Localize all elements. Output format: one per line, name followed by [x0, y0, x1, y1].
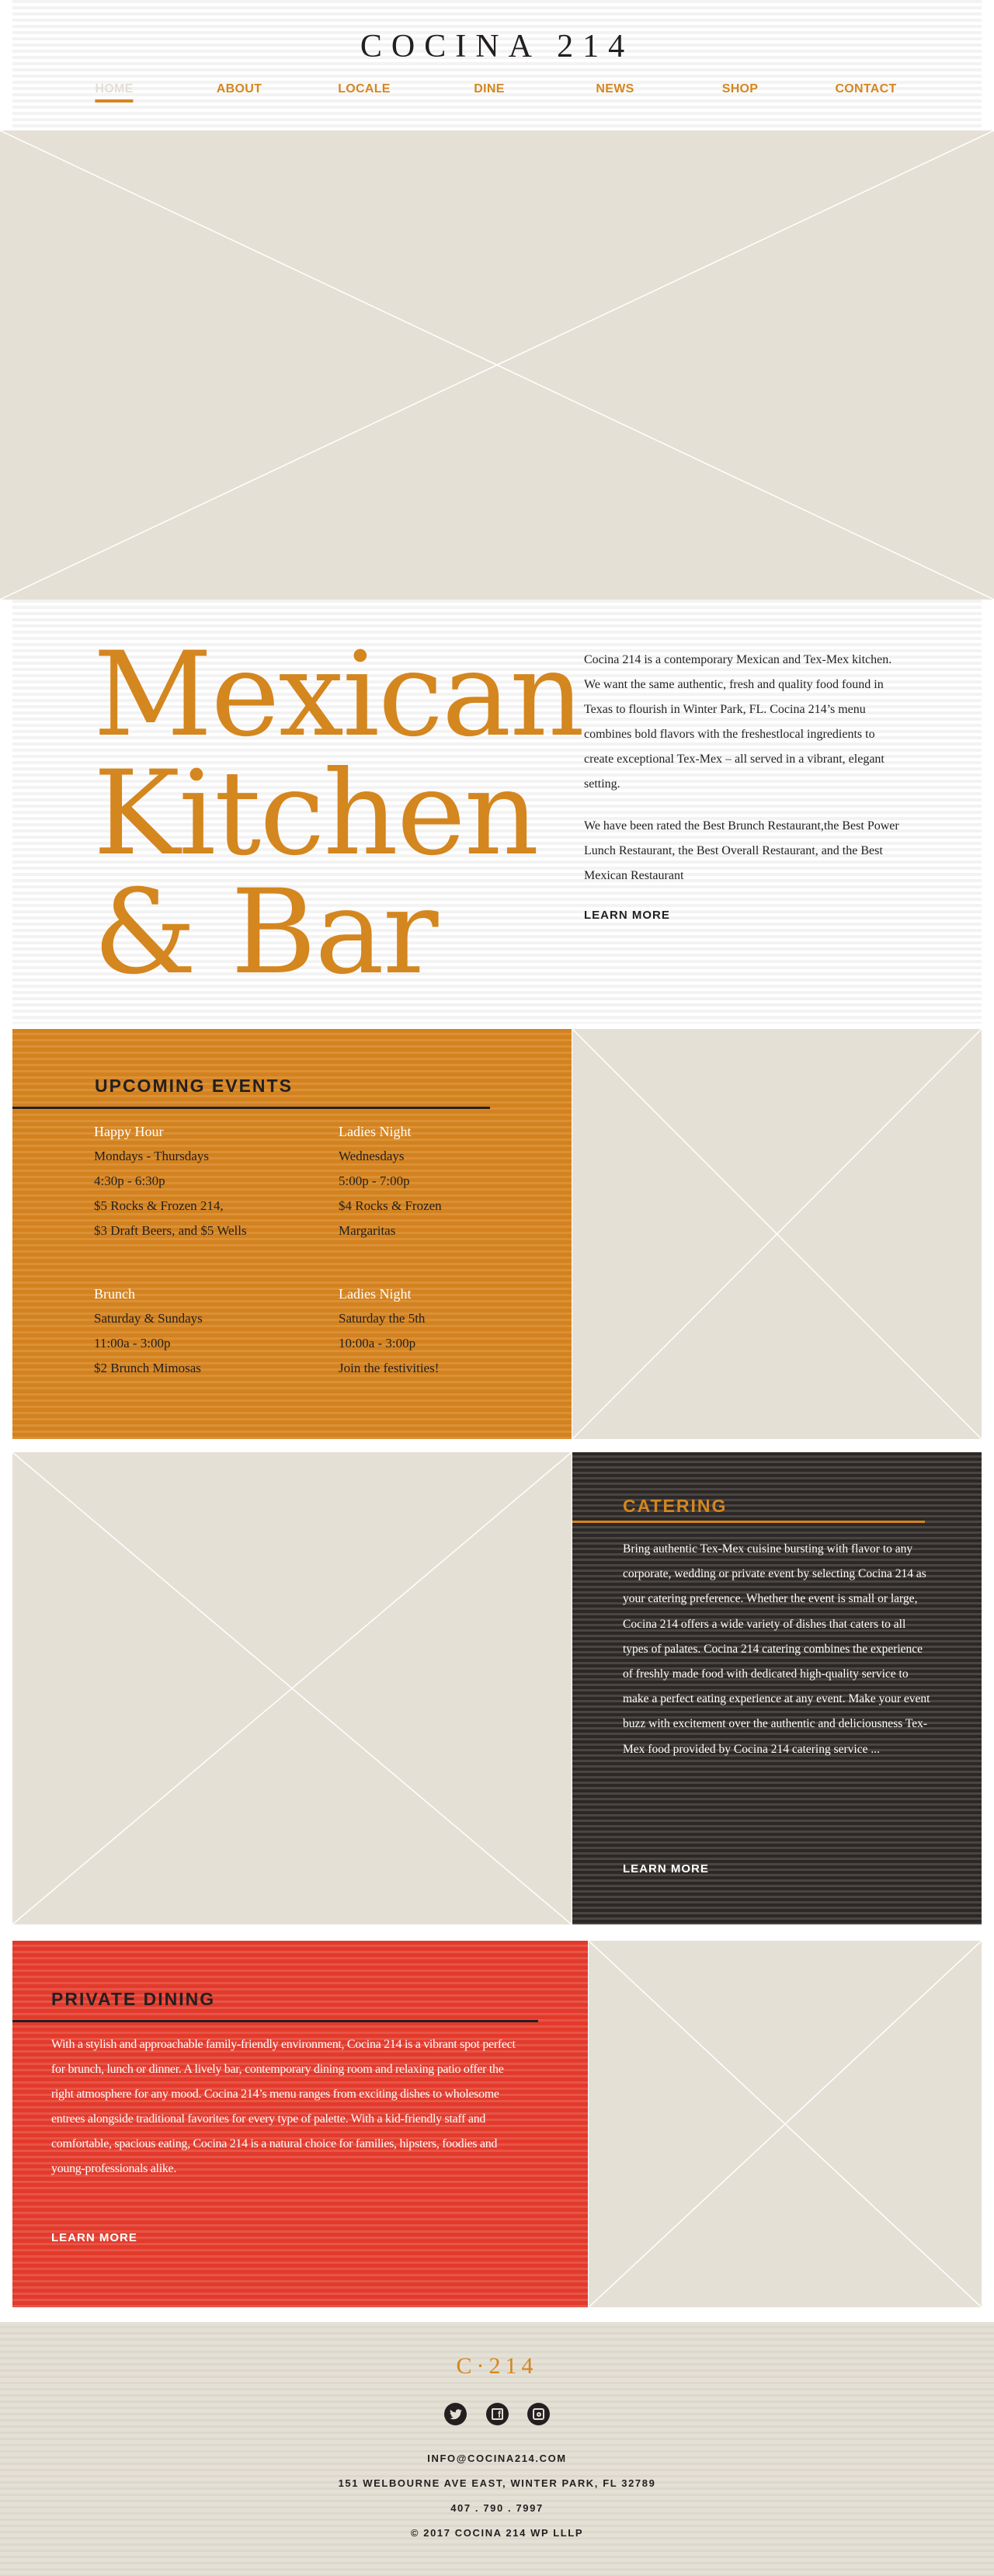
event-name: Ladies Night [339, 1124, 412, 1139]
footer-phone[interactable]: 407 . 790 . 7997 [0, 2502, 994, 2514]
event-name: Happy Hour [94, 1124, 164, 1139]
site-header: COCINA 214 [12, 0, 982, 130]
event-detail: 5:00p - 7:00p [339, 1173, 410, 1188]
event-detail: $3 Draft Beers, and $5 Wells [94, 1223, 247, 1238]
nav-home[interactable]: HOME [95, 82, 134, 103]
event-detail: Saturday the 5th [339, 1311, 426, 1326]
instagram-icon[interactable] [527, 2403, 550, 2425]
private-dining-body: With a stylish and approachable family-f… [51, 2038, 516, 2175]
footer-email[interactable]: INFO@COCINA214.COM [0, 2453, 994, 2464]
nav-shop[interactable]: SHOP [722, 82, 759, 96]
footer-copyright: © 2017 COCINA 214 WP LLLP [410, 2527, 584, 2539]
private-dining-learn-more-link[interactable]: LEARN MORE [51, 2231, 137, 2244]
nav-news[interactable]: NEWS [596, 82, 634, 96]
event-item: Ladies Night Saturday the 5th 10:00a - 3… [339, 1281, 439, 1381]
events-title: UPCOMING EVENTS [95, 1076, 293, 1096]
event-detail: 4:30p - 6:30p [94, 1173, 165, 1188]
event-detail: Saturday & Sundays [94, 1311, 203, 1326]
divider [12, 1107, 490, 1109]
event-detail: 10:00a - 3:00p [339, 1336, 416, 1351]
event-item: Ladies Night Wednesdays 5:00p - 7:00p $4… [339, 1119, 442, 1243]
twitter-icon[interactable] [444, 2403, 467, 2425]
nav-about[interactable]: ABOUT [217, 82, 262, 96]
private-dining-section: PRIVATE DINING With a stylish and approa… [12, 1941, 588, 2307]
nav-dine[interactable]: DINE [474, 82, 504, 96]
intro-learn-more-link[interactable]: LEARN MORE [584, 909, 670, 922]
event-detail: Wednesdays [339, 1149, 405, 1163]
private-dining-title: PRIVATE DINING [51, 1989, 216, 2009]
catering-section: CATERING Bring authentic Tex-Mex cuisine… [572, 1452, 982, 1924]
catering-body: Bring authentic Tex-Mex cuisine bursting… [623, 1542, 930, 1756]
divider [12, 2020, 538, 2022]
event-detail: $5 Rocks & Frozen 214, [94, 1198, 224, 1213]
nav-locale[interactable]: LOCALE [338, 82, 391, 96]
headline-line: Mexican [93, 627, 585, 763]
event-detail: $4 Rocks & Frozen [339, 1198, 442, 1213]
facebook-icon[interactable]: f [486, 2403, 509, 2425]
event-name: Brunch [94, 1286, 135, 1302]
event-detail: Mondays - Thursdays [94, 1149, 209, 1163]
catering-image-placeholder [12, 1452, 572, 1924]
footer-logo: C·214 [456, 2353, 538, 2379]
event-item: Brunch Saturday & Sundays 11:00a - 3:00p… [94, 1281, 203, 1381]
upcoming-events-section: UPCOMING EVENTS Happy Hour Mondays - Thu… [12, 1029, 572, 1439]
divider [572, 1521, 925, 1523]
event-item: Happy Hour Mondays - Thursdays 4:30p - 6… [94, 1119, 247, 1243]
intro-paragraph: Cocina 214 is a contemporary Mexican and… [584, 653, 892, 791]
private-dining-image-placeholder [589, 1941, 982, 2307]
headline-line: & Bar [93, 865, 439, 1000]
event-name: Ladies Night [339, 1286, 412, 1302]
event-detail: $2 Brunch Mimosas [94, 1361, 201, 1375]
footer-address: 151 WELBOURNE AVE EAST, WINTER PARK, FL … [338, 2477, 656, 2489]
event-detail: Join the festivities! [339, 1361, 440, 1375]
nav-contact[interactable]: CONTACT [835, 82, 896, 96]
intro-section: Mexican Kitchen & Bar Cocina 214 is a co… [12, 600, 982, 1024]
catering-learn-more-link[interactable]: LEARN MORE [623, 1862, 709, 1876]
catering-title: CATERING [623, 1496, 728, 1516]
headline-line: Kitchen [93, 746, 539, 881]
event-detail: Margaritas [339, 1223, 396, 1238]
hero-image-placeholder [0, 130, 994, 600]
site-logo[interactable]: COCINA 214 [12, 28, 982, 65]
intro-paragraph: We have been rated the Best Brunch Resta… [584, 819, 899, 882]
events-image-placeholder [572, 1029, 982, 1439]
event-detail: 11:00a - 3:00p [94, 1336, 171, 1351]
